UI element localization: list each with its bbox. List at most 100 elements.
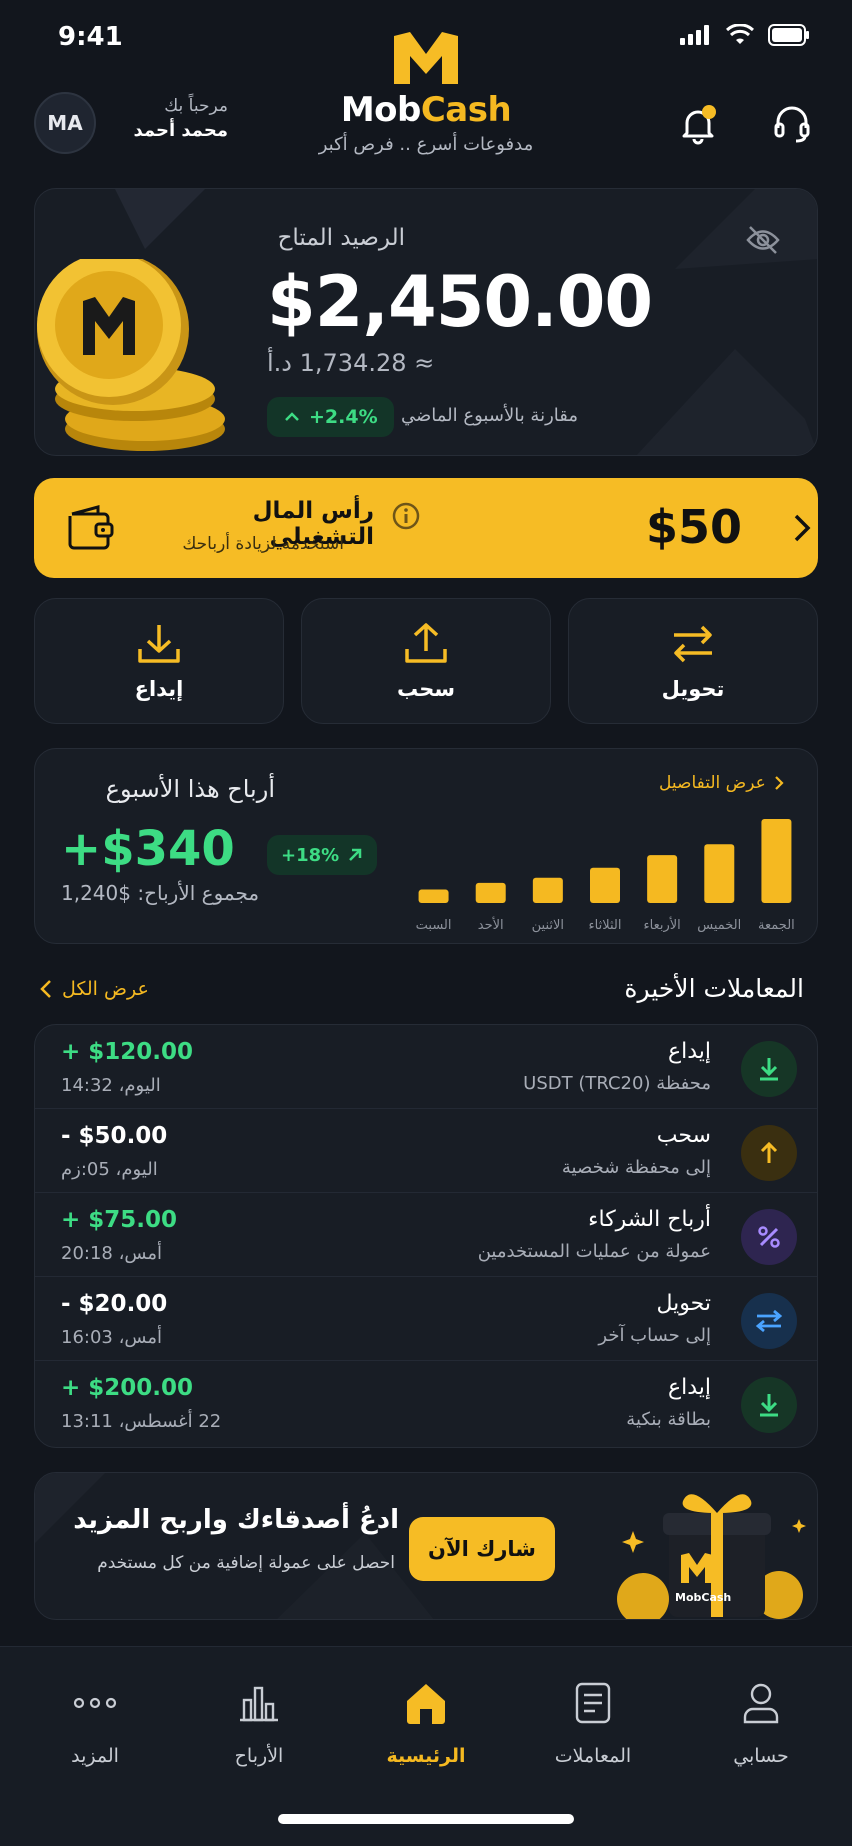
deposit-button[interactable]: إيداع: [34, 598, 284, 724]
withdraw-icon: [405, 623, 447, 663]
transaction-time: اليوم، 14:32: [61, 1075, 161, 1096]
chart-bar: [704, 844, 735, 903]
withdraw-button[interactable]: سحب: [301, 598, 551, 724]
tagline: مدفوعات أسرع .. فرص أكبر: [318, 134, 534, 155]
referral-title: ادعُ أصدقاءك واربح المزيد: [73, 1505, 399, 1535]
transaction-icon-wrap: [741, 1293, 797, 1349]
transaction-row[interactable]: إيداع محفظة USDT (TRC20) + $120.00 اليوم…: [35, 1025, 817, 1109]
arrow-up-icon: [285, 412, 299, 421]
transactions-list: إيداع محفظة USDT (TRC20) + $120.00 اليوم…: [34, 1024, 818, 1448]
deposit-label: إيداع: [134, 677, 184, 701]
transaction-subtitle: إلى محفظة شخصية: [561, 1157, 711, 1178]
transaction-row[interactable]: سحب إلى محفظة شخصية - $50.00 اليوم، 05:ز…: [35, 1109, 817, 1193]
withdraw-label: سحب: [396, 677, 456, 701]
referral-subtitle: احصل على عمولة إضافية من كل مستخدم: [97, 1553, 395, 1573]
transfer-icon: [674, 625, 712, 663]
avatar[interactable]: MA: [34, 92, 96, 154]
operating-capital-banner[interactable]: رأس المال التشغيلي استخدمه لزيادة أرباحك…: [34, 478, 818, 578]
earnings-details-label: عرض التفاصيل: [659, 773, 766, 793]
transaction-title: سحب: [656, 1123, 711, 1148]
balance-compare-label: مقارنة بالأسبوع الماضي: [401, 405, 579, 426]
home-icon: [407, 1684, 445, 1724]
chart-icon: [240, 1686, 278, 1722]
greeting: مرحباً بك محمد أحمد: [108, 96, 228, 141]
chart-bar: [532, 877, 563, 903]
chart-tick-label: الأربعاء: [644, 916, 681, 933]
wallet-icon: [68, 505, 114, 550]
notifications-button[interactable]: [674, 100, 722, 148]
nav-transactions[interactable]: المعاملات: [518, 1677, 668, 1767]
info-icon[interactable]: [392, 502, 420, 530]
more-icon: [73, 1697, 117, 1709]
nav-home-label: الرئيسية: [386, 1745, 466, 1767]
balance-local-amount: ≈ 1,734.28 د.أ: [267, 349, 435, 377]
view-all-label: عرض الكل: [62, 978, 149, 1000]
home-indicator: [278, 1814, 574, 1824]
status-time: 9:41: [58, 22, 123, 52]
nav-earnings-label: الأرباح: [234, 1745, 284, 1767]
earnings-details-link[interactable]: عرض التفاصيل: [659, 773, 784, 793]
chart-bar: [647, 855, 678, 903]
user-name: محمد أحمد: [133, 120, 228, 141]
transfer-label: تحويل: [661, 677, 725, 701]
support-button[interactable]: [768, 100, 816, 148]
nav-more[interactable]: المزيد: [20, 1677, 170, 1767]
headset-icon: [774, 106, 810, 143]
transaction-amount: + $200.00: [61, 1375, 194, 1401]
transaction-title: إيداع: [667, 1375, 711, 1400]
nav-account[interactable]: حسابي: [686, 1677, 836, 1767]
chart-tick-label: الثلاثاء: [589, 918, 622, 933]
chart-tick-label: السبت: [416, 918, 452, 933]
percent-icon: [758, 1226, 780, 1248]
wifi-icon: [726, 24, 754, 44]
earnings-change-badge: +18%: [267, 835, 378, 875]
balance-card: الرصيد المتاح $2,450.00 ≈ 1,734.28 د.أ +…: [34, 188, 818, 456]
chart-bar: [761, 819, 792, 903]
signal-icon: [680, 25, 709, 45]
transaction-icon-wrap: [741, 1209, 797, 1265]
status-icons: [680, 24, 810, 46]
transaction-time: اليوم، 05:زم: [61, 1159, 158, 1180]
share-now-button[interactable]: شارك الآن: [409, 1517, 555, 1581]
transaction-subtitle: بطاقة بنكية: [626, 1409, 711, 1430]
earnings-change-value: +18%: [281, 844, 340, 866]
earnings-chart: الجمعة الخميس الأربعاء الثلاثاء الاثنين الأحد…: [416, 819, 795, 933]
nav-account-label: حسابي: [733, 1745, 789, 1767]
transaction-amount: + $75.00: [61, 1207, 178, 1233]
transaction-title: إيداع: [667, 1039, 711, 1064]
earnings-amount: +$340: [61, 821, 235, 877]
balance-title: الرصيد المتاح: [277, 225, 405, 251]
chart-tick-label: الاثنين: [532, 918, 564, 933]
chevron-right-icon: [794, 514, 811, 542]
nav-earnings[interactable]: الأرباح: [184, 1677, 334, 1767]
brand-name: MobCash: [300, 90, 552, 130]
transaction-icon-wrap: [741, 1377, 797, 1433]
earnings-total: مجموع الأرباح: $1,240: [61, 881, 260, 905]
chart-bar: [590, 867, 620, 903]
transaction-icon-wrap: [741, 1125, 797, 1181]
transaction-row[interactable]: تحويل إلى حساب آخر - $20.00 أمس، 16:03: [35, 1277, 817, 1361]
battery-icon: [768, 24, 809, 46]
chevron-right-icon: [774, 776, 784, 790]
transaction-row[interactable]: أرباح الشركاء عمولة من عمليات المستخدمين…: [35, 1193, 817, 1277]
nav-transactions-label: المعاملات: [554, 1745, 632, 1767]
nav-more-label: المزيد: [71, 1745, 119, 1767]
deposit-icon: [138, 625, 180, 663]
download-icon: [760, 1394, 778, 1417]
eye-off-icon[interactable]: [745, 225, 781, 255]
gift-box-icon: MobCash: [617, 1494, 806, 1619]
transaction-amount: - $20.00: [61, 1291, 168, 1317]
chart-tick-label: الجمعة: [758, 918, 795, 933]
capital-subtitle: استخدمه لزيادة أرباحك: [182, 534, 344, 554]
view-all-link[interactable]: عرض الكل: [40, 978, 149, 1000]
transfer-button[interactable]: تحويل: [568, 598, 818, 724]
chart-tick-label: الخميس: [697, 918, 741, 933]
chevron-left-icon: [40, 980, 51, 998]
transaction-row[interactable]: إيداع بطاقة بنكية + $200.00 22 أغسطس، 13…: [35, 1361, 817, 1445]
chart-bar: [418, 889, 449, 903]
nav-home[interactable]: الرئيسية: [351, 1677, 501, 1767]
brand-name-mob: Mob: [340, 90, 422, 130]
user-icon: [743, 1683, 779, 1724]
swap-icon: [755, 1309, 783, 1333]
document-icon: [575, 1682, 611, 1724]
